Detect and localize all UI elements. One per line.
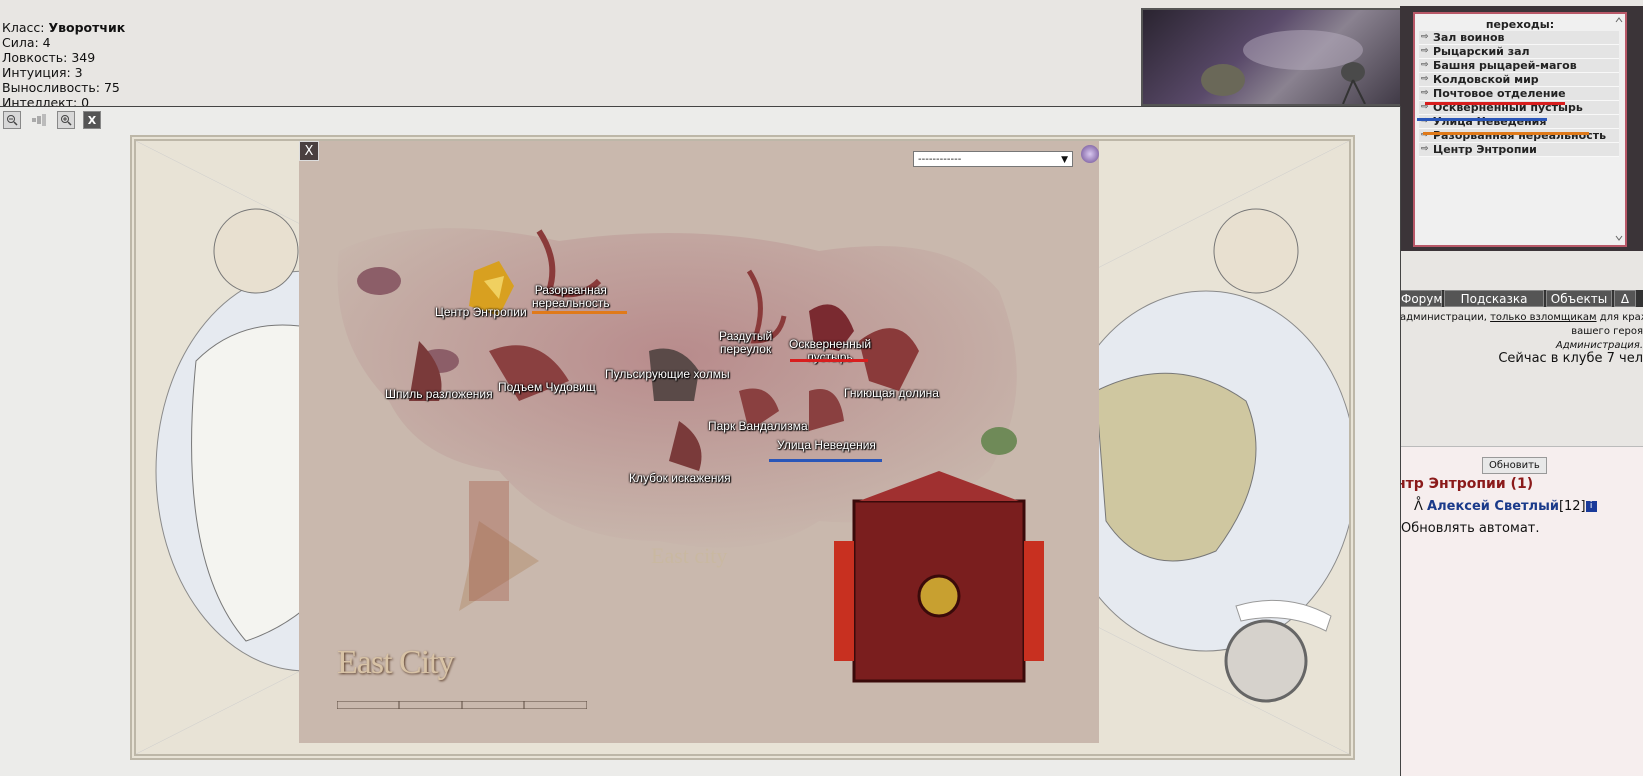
arrow-right-icon: ⇨ — [1421, 60, 1429, 70]
zoom-level-indicator — [29, 112, 49, 128]
arrow-right-icon: ⇨ — [1421, 116, 1429, 126]
objects-button[interactable]: Объекты — [1546, 290, 1612, 307]
loc-torn-unreality[interactable]: Разорванная нереальность — [532, 284, 610, 310]
chevron-down-icon: ▼ — [1061, 155, 1068, 165]
orb-icon[interactable] — [1081, 145, 1099, 163]
transition-label: Почтовое отделение — [1433, 87, 1566, 100]
nav-bar: Форум Подсказка Объекты Δ — [1400, 290, 1643, 307]
magnifier-minus-icon — [7, 115, 18, 126]
loc-monster-rise[interactable]: Подъем Чудовищ — [498, 381, 596, 394]
stat-agility: Ловкость: 349 — [2, 50, 96, 65]
arrow-right-icon: ⇨ — [1421, 46, 1429, 56]
loc-vandalism-park[interactable]: Парк Вандализма — [708, 420, 808, 433]
class-value: Уворотчик — [48, 20, 126, 35]
transitions-list: ⇨ Зал воинов ⇨ Рыцарский зал ⇨ Башня рыцарей-… — [1415, 31, 1625, 157]
city-map-title: East City — [337, 644, 455, 681]
loc-decay-spire[interactable]: Шпиль разложения — [385, 388, 493, 401]
player-info-icon[interactable]: i — [1585, 501, 1597, 512]
city-map-close-button[interactable]: X — [299, 141, 319, 161]
player-name[interactable]: Алексей Светлый — [1427, 499, 1559, 514]
zoom-in-button[interactable] — [57, 111, 75, 129]
transition-label: Улица Неведения — [1433, 115, 1547, 128]
transition-label: Башня рыцарей-магов — [1433, 59, 1577, 72]
transition-label: Рыцарский зал — [1433, 45, 1530, 58]
club-online-count: Сейчас в клубе 7 чел — [1498, 351, 1643, 366]
player-row: ᐰ Алексей Светлый[12] i — [1414, 499, 1597, 514]
ignorance-street-underline — [1417, 118, 1547, 121]
stat-intuition: Интуиция: 3 — [2, 65, 83, 80]
transition-item[interactable]: ⇨ Зал воинов — [1419, 31, 1619, 45]
city-gate-emblem — [834, 471, 1044, 683]
loc-entropy-center[interactable]: Центр Энтропии — [435, 306, 527, 319]
loc-defiled-waste-line2: пустырь — [807, 350, 853, 364]
hint-button[interactable]: Подсказка — [1444, 290, 1544, 307]
defiled-waste-underline — [1425, 102, 1565, 105]
transition-label: Зал воинов — [1433, 31, 1505, 44]
torn-unreality-map-underline — [532, 311, 627, 314]
stat-strength: Сила: 4 — [2, 35, 51, 50]
location-art — [1201, 30, 1366, 105]
admin-notice: администрации, только взломщикам для кра… — [1400, 311, 1643, 353]
refresh-button[interactable]: Обновить — [1482, 457, 1547, 474]
loc-bloated-alley-line2: переулок — [720, 342, 772, 356]
loc-ignorance-street[interactable]: Улица Неведения — [777, 439, 876, 452]
player-level: [12] — [1558, 499, 1586, 514]
magnifier-plus-icon — [61, 115, 72, 126]
transition-item[interactable]: ⇨ Рыцарский зал — [1419, 45, 1619, 59]
select-value: ------------ — [918, 154, 962, 165]
loc-distortion-tangle[interactable]: Клубок искажения — [629, 472, 731, 485]
arrow-right-icon: ⇨ — [1421, 88, 1429, 98]
city-map-panel: X ------------ ▼ Центр Энтропии Разорван… — [299, 141, 1099, 743]
transitions-panel: переходы: ⇨ Зал воинов ⇨ Рыцарский зал ⇨ Башн… — [1413, 12, 1627, 247]
transition-item[interactable]: ⇨ Почтовое отделение — [1419, 87, 1619, 101]
delta-button[interactable]: Δ — [1614, 290, 1636, 307]
loc-bloated-alley[interactable]: Раздутый переулок — [719, 330, 772, 356]
arrow-right-icon: ⇨ — [1421, 144, 1429, 154]
ignorance-street-map-underline — [769, 459, 882, 462]
map-scale-bar — [337, 701, 587, 709]
map-close-button[interactable]: X — [83, 111, 101, 129]
stat-endurance: Выносливость: 75 — [2, 80, 120, 95]
loc-rotting-valley[interactable]: Гниющая долина — [844, 387, 939, 400]
arrow-right-icon: ⇨ — [1421, 74, 1429, 84]
transition-item[interactable]: ⇨ Башня рыцарей-магов — [1419, 59, 1619, 73]
room-panel: Обновить нтр Энтропии (1) ᐰ Алексей Свет… — [1396, 446, 1643, 776]
admin-text-a: администрации, — [1400, 312, 1491, 323]
loc-pulsing-hills[interactable]: Пульсирующие холмы — [605, 368, 730, 381]
location-image — [1141, 8, 1414, 106]
auto-refresh-label: Обновлять автомат. — [1401, 521, 1540, 536]
transition-label: Разорванная нереальность — [1433, 129, 1607, 142]
transitions-scrollbar[interactable] — [1615, 16, 1623, 242]
arrow-right-icon: ⇨ — [1421, 32, 1429, 42]
admin-line-1: администрации, только взломщикам для кра… — [1400, 311, 1643, 325]
city-location-select[interactable]: ------------ ▼ — [913, 151, 1073, 167]
zoom-out-button[interactable] — [3, 111, 21, 129]
transition-label: Центр Энтропии — [1433, 143, 1537, 156]
transition-item[interactable]: ⇨ Центр Энтропии — [1419, 143, 1619, 157]
admin-line-2: вашего героя — [1571, 326, 1643, 337]
burglars-link[interactable]: только взломщикам — [1490, 312, 1596, 323]
defiled-waste-map-underline — [790, 359, 868, 362]
map-center-label: East city — [651, 543, 728, 568]
map-toolbar: X — [3, 111, 101, 129]
transitions-title: переходы: — [1485, 18, 1555, 31]
character-stats: Класс: Уворотчик Сила: 4 Ловкость: 349 И… — [2, 20, 125, 110]
admin-text-b: для краж — [1599, 312, 1643, 323]
class-row: Класс: Уворотчик — [2, 20, 125, 35]
player-status-icon: ᐰ — [1414, 499, 1423, 514]
class-label: Класс: — [2, 20, 45, 35]
torn-unreality-underline — [1423, 132, 1589, 135]
room-title: нтр Энтропии (1) — [1396, 476, 1534, 492]
transition-label: Колдовской мир — [1433, 73, 1539, 86]
forum-button[interactable]: Форум — [1400, 290, 1442, 307]
transition-item[interactable]: ⇨ Колдовской мир — [1419, 73, 1619, 87]
arrow-right-icon: ⇨ — [1421, 130, 1429, 140]
loc-torn-unreality-line2: нереальность — [532, 296, 610, 310]
